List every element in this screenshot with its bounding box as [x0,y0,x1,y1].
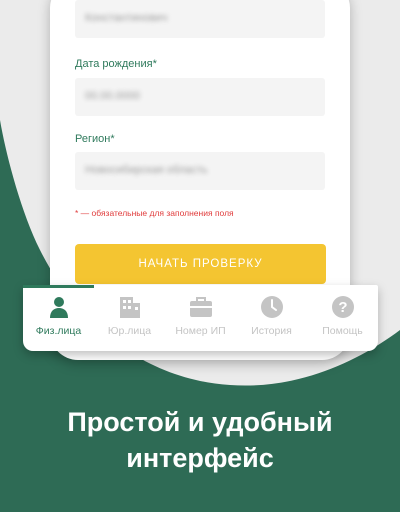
required-fields-note: * — обязательные для заполнения поля [75,208,234,218]
tab-history[interactable]: История [236,285,307,351]
tab-label: Помощь [322,325,363,337]
name-field[interactable]: Константинович [75,0,325,38]
tab-legal-entities[interactable]: Юр.лица [94,285,165,351]
tab-label: История [251,325,292,337]
promo-line-1: Простой и удобный [67,407,333,437]
birth-date-value: 00.00.0000 [85,90,141,102]
name-field-value: Константинович [85,12,168,24]
promo-line-2: интерфейс [126,443,274,473]
region-label: Регион* [75,133,115,145]
region-field[interactable]: Новосибирская область [75,152,325,190]
svg-text:?: ? [338,299,347,316]
birth-date-field[interactable]: 00.00.0000 [75,78,325,116]
tab-ip-number[interactable]: Номер ИП [165,285,236,351]
help-icon: ? [331,296,354,318]
tab-help[interactable]: ? Помощь [307,285,378,351]
person-icon [49,297,68,318]
bottom-tab-bar: Физ.лица Юр.лица Номер ИП История ? Помо… [23,285,378,351]
tab-label: Номер ИП [175,325,226,337]
building-icon [119,297,140,318]
tab-label: Юр.лица [107,325,152,337]
promo-caption: Простой и удобный интерфейс [0,404,400,476]
tab-individuals[interactable]: Физ.лица [23,285,94,351]
region-value: Новосибирская область [85,164,208,176]
clock-icon [260,296,283,318]
tab-label: Физ.лица [35,325,82,337]
birth-date-label: Дата рождения* [75,58,157,70]
start-check-button[interactable]: НАЧАТЬ ПРОВЕРКУ [75,244,326,284]
briefcase-icon [189,297,212,317]
